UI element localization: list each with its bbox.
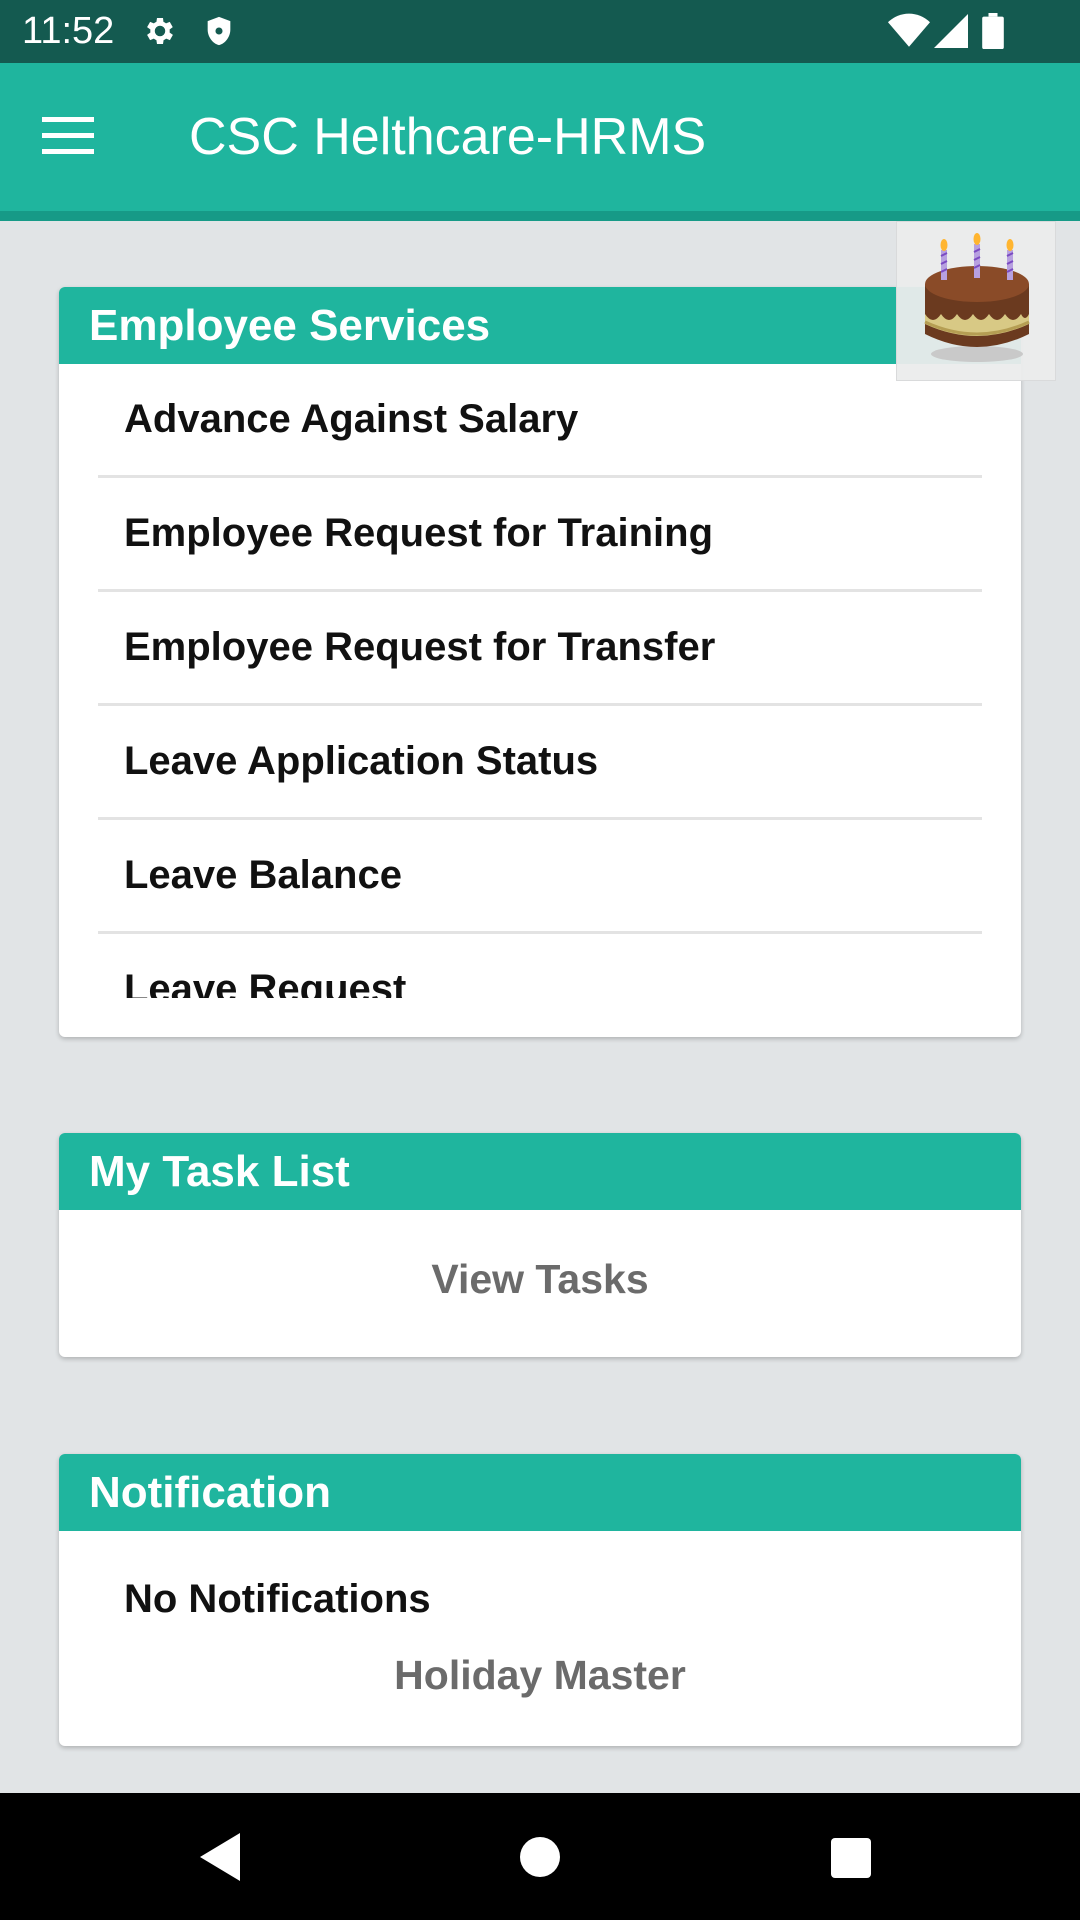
service-item-leave-request[interactable]: Leave Request [98, 934, 982, 998]
status-bar: 11:52 [0, 0, 1080, 63]
service-item-request-for-transfer[interactable]: Employee Request for Transfer [98, 592, 982, 706]
gear-icon [142, 12, 178, 50]
service-item-leave-balance[interactable]: Leave Balance [98, 820, 982, 934]
service-item-advance-against-salary[interactable]: Advance Against Salary [98, 364, 982, 478]
view-tasks-link[interactable]: View Tasks [59, 1256, 1021, 1303]
notification-title: Notification [59, 1454, 1021, 1531]
hamburger-menu-icon[interactable] [42, 115, 102, 159]
service-item-request-for-training[interactable]: Employee Request for Training [98, 478, 982, 592]
battery-icon [982, 12, 1004, 50]
service-item-leave-application-status[interactable]: Leave Application Status [98, 706, 982, 820]
no-notifications-text: No Notifications [124, 1577, 431, 1621]
birthday-cake-icon[interactable] [896, 221, 1056, 381]
app-bar-shadow [0, 211, 1080, 221]
employee-services-title: Employee Services [59, 287, 1021, 364]
employee-services-list[interactable]: Advance Against Salary Employee Request … [98, 364, 982, 998]
shield-icon [202, 12, 236, 50]
task-list-card: My Task List View Tasks [59, 1133, 1021, 1357]
home-icon[interactable] [508, 1825, 572, 1889]
app-title: CSC Helthcare-HRMS [189, 108, 707, 166]
cell-signal-icon [934, 12, 968, 50]
notification-card: Notification No Notifications Holiday Ma… [59, 1454, 1021, 1746]
recents-icon[interactable] [818, 1825, 882, 1889]
task-list-title: My Task List [59, 1133, 1021, 1210]
status-time: 11:52 [22, 10, 115, 52]
system-nav-bar [0, 1793, 1080, 1920]
employee-services-card: Employee Services Advance Against Salary… [59, 287, 1021, 1037]
holiday-master-link[interactable]: Holiday Master [59, 1652, 1021, 1699]
back-icon[interactable] [192, 1825, 256, 1889]
app-bar: CSC Helthcare-HRMS [0, 63, 1080, 211]
wifi-icon [888, 12, 930, 50]
